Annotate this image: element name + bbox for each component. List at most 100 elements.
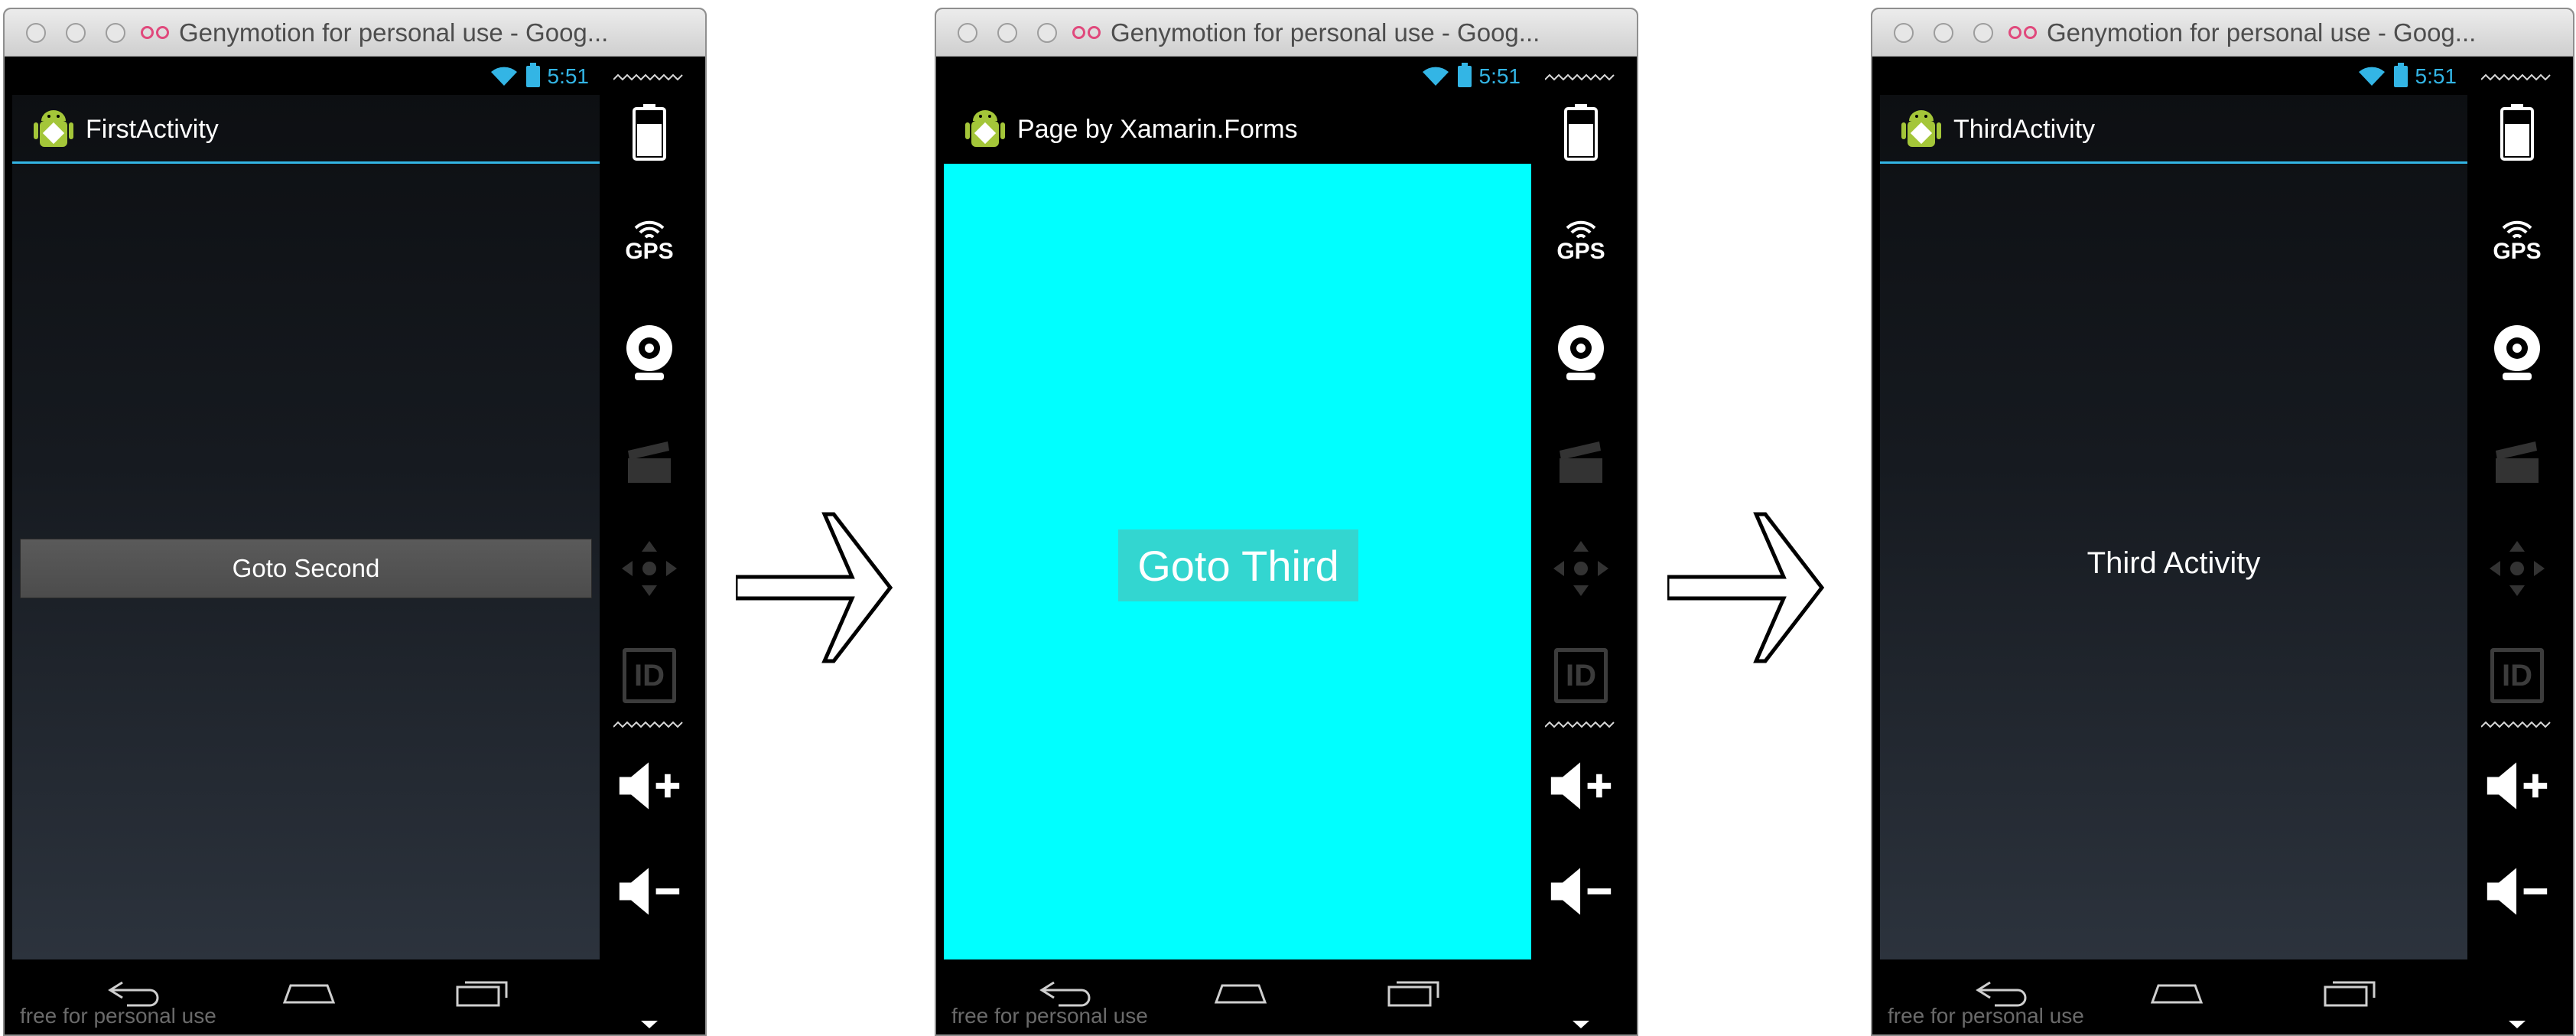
action-bar: Page by Xamarin.Forms — [944, 95, 1531, 164]
home-icon[interactable] — [2145, 972, 2209, 1010]
webcam-icon[interactable] — [1548, 321, 1614, 387]
status-bar: 5:51 — [944, 57, 1531, 95]
emulator-window-2: Genymotion for personal use - Goog... 5:… — [935, 8, 1638, 1036]
gps-label: GPS — [2493, 239, 2542, 264]
xamarin-page-content: Goto Third — [944, 164, 1531, 959]
zoom-window-button[interactable] — [1973, 23, 1993, 43]
activity-title: FirstActivity — [86, 115, 219, 144]
webcam-icon[interactable] — [2484, 321, 2550, 387]
battery-status-icon — [2393, 63, 2408, 87]
id-icon[interactable]: ID — [1548, 643, 1614, 709]
battery-icon[interactable] — [616, 99, 682, 165]
action-bar: ThirdActivity — [1880, 95, 2467, 164]
gps-icon[interactable]: GPS — [1548, 210, 1614, 275]
grip-icon — [613, 721, 683, 728]
grip-icon — [2481, 721, 2551, 728]
page-title: Page by Xamarin.Forms — [1017, 115, 1298, 144]
activity-title: ThirdActivity — [1953, 115, 2096, 144]
volume-down-icon[interactable] — [1548, 858, 1614, 924]
gps-icon[interactable]: GPS — [2484, 210, 2550, 275]
gps-icon[interactable]: GPS — [616, 210, 682, 275]
android-app-icon — [1901, 110, 1941, 147]
grip-icon — [1545, 73, 1615, 81]
battery-status-icon — [525, 63, 540, 87]
zoom-window-button[interactable] — [1037, 23, 1057, 43]
status-time: 5:51 — [2415, 64, 2457, 88]
watermark-text: free for personal use — [20, 1004, 216, 1028]
window-title: Genymotion for personal use - Goog... — [2047, 18, 2477, 47]
recent-apps-icon[interactable] — [451, 972, 516, 1010]
action-bar: FirstActivity — [12, 95, 600, 164]
wifi-icon — [490, 67, 517, 86]
gps-label: GPS — [625, 239, 674, 264]
gps-label: GPS — [1556, 239, 1605, 264]
android-app-icon — [965, 110, 1005, 147]
watermark-text: free for personal use — [951, 1004, 1148, 1028]
window-title: Genymotion for personal use - Goog... — [179, 18, 609, 47]
zoom-window-button[interactable] — [106, 23, 125, 43]
minimize-window-button[interactable] — [66, 23, 86, 43]
android-app-icon — [34, 110, 73, 147]
grip-icon — [1545, 721, 1615, 728]
id-label: ID — [623, 648, 676, 703]
title-bar[interactable]: Genymotion for personal use - Goog... — [1872, 9, 2573, 57]
genymotion-sidebar: GPS ID — [2467, 57, 2567, 1034]
emulator-window-3: Genymotion for personal use - Goog... 5:… — [1871, 8, 2574, 1036]
battery-icon[interactable] — [2484, 99, 2550, 165]
battery-icon[interactable] — [1548, 99, 1614, 165]
expand-down-icon[interactable] — [1571, 1019, 1591, 1030]
id-label: ID — [1554, 648, 1608, 703]
android-screen: 5:51 ThirdActivity Third Activity — [1880, 57, 2467, 959]
genymotion-logo-icon — [2008, 26, 2041, 40]
recent-apps-icon[interactable] — [1383, 972, 1447, 1010]
goto-third-button[interactable]: Goto Third — [1118, 529, 1358, 601]
watermark-text: free for personal use — [1888, 1004, 2084, 1028]
close-window-button[interactable] — [1894, 23, 1914, 43]
emulator-window-1: Genymotion for personal use - Goog... 5:… — [3, 8, 707, 1036]
minimize-window-button[interactable] — [1934, 23, 1953, 43]
volume-down-icon[interactable] — [2484, 858, 2550, 924]
volume-up-icon[interactable] — [616, 753, 682, 819]
minimize-window-button[interactable] — [997, 23, 1017, 43]
status-bar: 5:51 — [12, 57, 600, 95]
android-nav-bar: free for personal use — [12, 959, 600, 1033]
dpad-icon[interactable] — [616, 536, 682, 601]
id-icon[interactable]: ID — [616, 643, 682, 709]
wifi-icon — [1422, 67, 1449, 86]
flow-arrow-icon — [1667, 512, 1825, 663]
volume-up-icon[interactable] — [1548, 753, 1614, 819]
expand-down-icon[interactable] — [2507, 1019, 2527, 1030]
window-title: Genymotion for personal use - Goog... — [1111, 18, 1540, 47]
dpad-icon[interactable] — [2484, 536, 2550, 601]
close-window-button[interactable] — [26, 23, 46, 43]
grip-icon — [613, 73, 683, 81]
id-icon[interactable]: ID — [2484, 643, 2550, 709]
close-window-button[interactable] — [958, 23, 977, 43]
expand-down-icon[interactable] — [639, 1019, 659, 1030]
status-time: 5:51 — [1478, 64, 1521, 88]
video-capture-icon[interactable] — [616, 428, 682, 494]
grip-icon — [2481, 73, 2551, 81]
android-nav-bar: free for personal use — [1880, 959, 2467, 1033]
wifi-icon — [2358, 67, 2385, 86]
video-capture-icon[interactable] — [2484, 428, 2550, 494]
android-nav-bar: free for personal use — [944, 959, 1531, 1033]
title-bar[interactable]: Genymotion for personal use - Goog... — [936, 9, 1637, 57]
genymotion-logo-icon — [1072, 26, 1104, 40]
goto-second-button[interactable]: Goto Second — [20, 539, 592, 598]
home-icon[interactable] — [277, 972, 341, 1010]
id-label: ID — [2490, 648, 2544, 703]
android-screen: 5:51 FirstActivity Goto Second — [12, 57, 600, 959]
video-capture-icon[interactable] — [1548, 428, 1614, 494]
status-time: 5:51 — [547, 64, 590, 88]
recent-apps-icon[interactable] — [2319, 972, 2383, 1010]
home-icon[interactable] — [1208, 972, 1273, 1010]
webcam-icon[interactable] — [616, 321, 682, 387]
volume-up-icon[interactable] — [2484, 753, 2550, 819]
flow-arrow-icon — [736, 512, 893, 663]
volume-down-icon[interactable] — [616, 858, 682, 924]
title-bar[interactable]: Genymotion for personal use - Goog... — [5, 9, 705, 57]
dpad-icon[interactable] — [1548, 536, 1614, 601]
genymotion-sidebar: GPS ID — [1531, 57, 1631, 1034]
status-bar: 5:51 — [1880, 57, 2467, 95]
